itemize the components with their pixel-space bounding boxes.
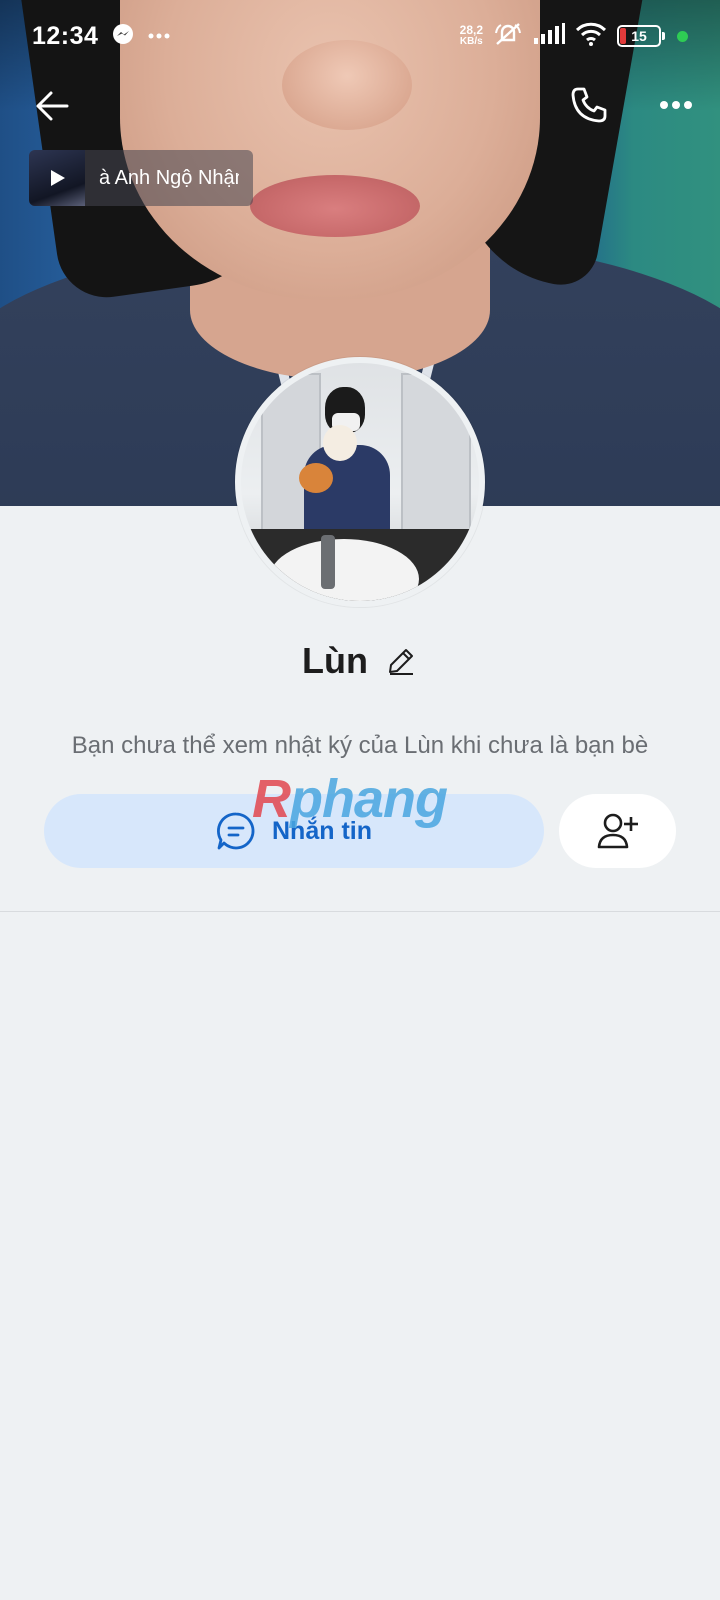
avatar-tap [321, 535, 335, 589]
play-icon [51, 170, 65, 186]
more-options-button[interactable] [648, 80, 704, 130]
avatar-dog [323, 425, 357, 461]
cover-lips [250, 175, 420, 237]
battery-icon: 15 [617, 25, 665, 47]
network-speed: 28,2 KB/s [460, 24, 483, 48]
add-friend-icon [597, 813, 638, 849]
network-speed-unit: KB/s [459, 36, 483, 47]
back-button[interactable] [28, 82, 76, 130]
wifi-icon [575, 22, 607, 51]
network-speed-value: 28,2 [459, 23, 483, 37]
message-button-label: Nhắn tin [272, 816, 372, 845]
status-bar: 12:34 28,2 KB/s 15 [0, 0, 720, 72]
mute-icon [493, 21, 523, 52]
profile-name: Lùn [302, 640, 368, 681]
phone-icon [571, 87, 607, 123]
battery-level-fill [620, 28, 626, 44]
battery-level: 15 [631, 28, 647, 44]
profile-music-chip[interactable]: à Anh Ngộ Nhận [29, 150, 253, 206]
chat-bubble-icon [217, 812, 255, 850]
edit-name-button[interactable] [384, 644, 418, 678]
messenger-icon [112, 23, 134, 50]
profile-avatar[interactable] [235, 357, 485, 607]
avatar-plush [299, 463, 333, 493]
status-left-icons [112, 23, 170, 50]
pencil-icon [388, 649, 413, 675]
section-divider [0, 911, 720, 912]
signal-icon [533, 22, 565, 50]
active-dot [677, 30, 688, 42]
call-button[interactable] [564, 80, 614, 130]
back-arrow-icon [36, 91, 69, 121]
message-button[interactable]: Nhắn tin [44, 794, 544, 868]
music-thumbnail [29, 150, 85, 206]
music-title: à Anh Ngộ Nhận [99, 166, 239, 189]
status-time: 12:34 [32, 21, 99, 50]
profile-name-row: Lùn [0, 640, 720, 682]
avatar-door-right [401, 373, 471, 553]
status-right-icons: 28,2 KB/s 15 [460, 21, 688, 52]
more-icon [660, 101, 692, 109]
more-notifications-icon [148, 27, 170, 45]
diary-notice: Bạn chưa thể xem nhật ký của Lùn khi chư… [71, 732, 649, 759]
add-friend-button[interactable] [559, 794, 676, 868]
